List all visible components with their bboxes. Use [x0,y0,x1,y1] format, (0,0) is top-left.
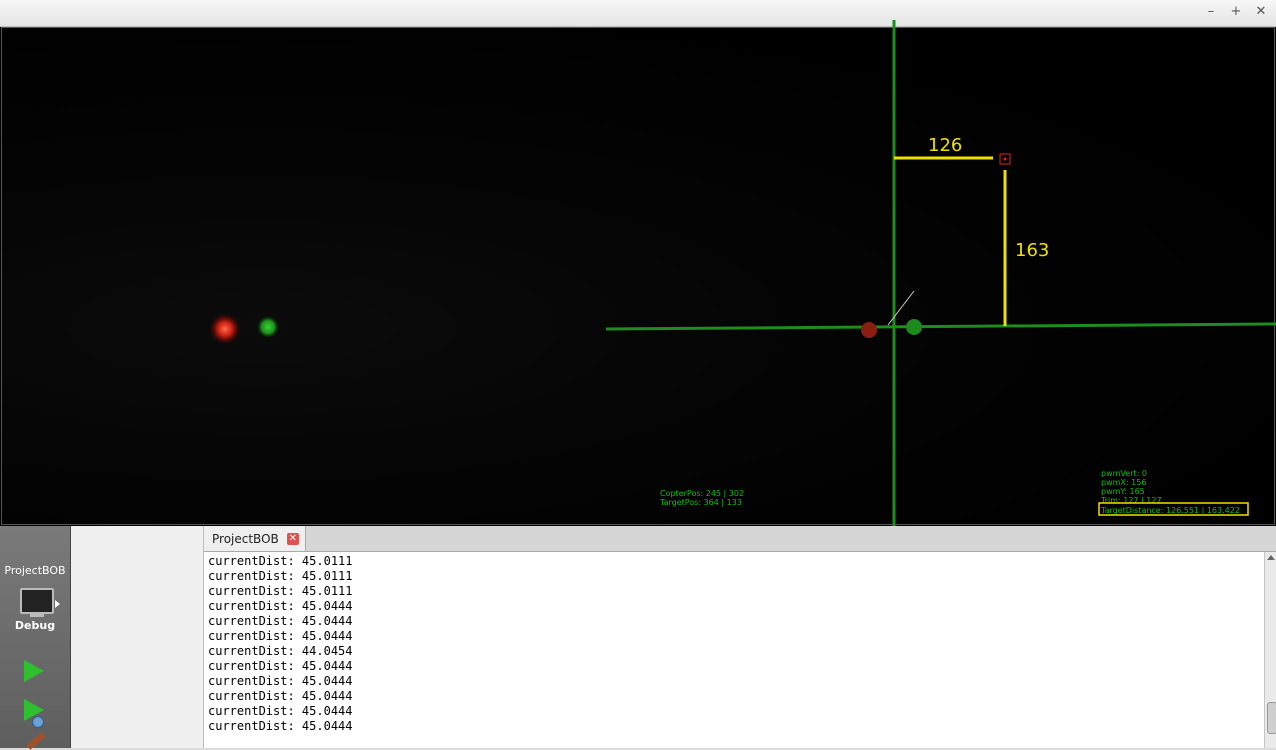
tab-projectbob[interactable]: ProjectBOB ✕ [204,526,306,551]
pwm-y-text: pwmY: 165 [1101,487,1145,496]
target-pos-text: TargetPos: 364 | 133 [659,498,742,507]
target-distance-text: TargetDistance: 126.551 | 163.422 [1100,506,1240,515]
green-led-blob [257,316,279,338]
camera-window: – + ✕ 126 163 CopterPos: 245 | 302 Targe… [0,0,1276,526]
output-line: currentDist: 45.0444 [208,629,353,643]
scroll-thumb[interactable] [1267,702,1276,734]
output-line: currentDist: 45.0111 [208,584,353,598]
copter-pos-text: CopterPos: 245 | 302 [660,489,744,498]
tracking-overlay: 126 163 CopterPos: 245 | 302 TargetPos: … [209,20,1276,526]
output-line: currentDist: 45.0111 [208,569,353,583]
vertical-scrollbar[interactable] [1264,552,1276,748]
copter-green-marker [906,319,922,335]
output-line: currentDist: 45.0111 [208,554,353,568]
tab-label: ProjectBOB [212,531,279,546]
scroll-up-icon[interactable] [1267,555,1275,560]
output-line: currentDist: 45.0444 [208,614,353,628]
output-line: currentDist: 45.0444 [208,674,353,688]
target-center-dot [1003,157,1007,161]
chevron-right-icon[interactable] [55,600,60,608]
output-line: currentDist: 45.0444 [208,719,353,733]
project-label[interactable]: ProjectBOB [0,564,70,577]
copter-red-marker [861,322,877,338]
output-line: currentDist: 45.0444 [208,704,353,718]
horizontal-distance-label: 126 [928,135,962,156]
build-icon[interactable] [26,732,46,750]
output-line: currentDist: 45.0444 [208,659,353,673]
bug-icon [32,716,44,728]
vertical-distance-label: 163 [1015,240,1049,261]
horizontal-crosshair [605,322,1276,331]
monitor-icon[interactable] [20,588,54,617]
build-config-label[interactable]: Debug [0,619,70,632]
side-panel [71,526,204,748]
output-line: currentDist: 44.0454 [208,644,353,658]
mode-bar: ProjectBOB Debug [0,526,71,750]
run-icon[interactable] [24,660,44,682]
red-led-blob [209,313,241,345]
pwm-vert-text: pwmVert: 0 [1101,469,1147,478]
output-line: currentDist: 45.0444 [208,599,353,613]
application-output[interactable]: currentDist: 45.0111 currentDist: 45.0111… [204,552,1264,748]
close-icon[interactable]: ✕ [286,532,299,545]
pwm-x-text: pwmX: 156 [1101,478,1146,487]
output-line: currentDist: 45.0444 [208,689,353,703]
heading-line [887,290,915,326]
output-tab-bar: ProjectBOB ✕ [204,526,1276,552]
ide-panel: ProjectBOB Debug ProjectBOB ✕ currentDis… [0,526,1276,750]
